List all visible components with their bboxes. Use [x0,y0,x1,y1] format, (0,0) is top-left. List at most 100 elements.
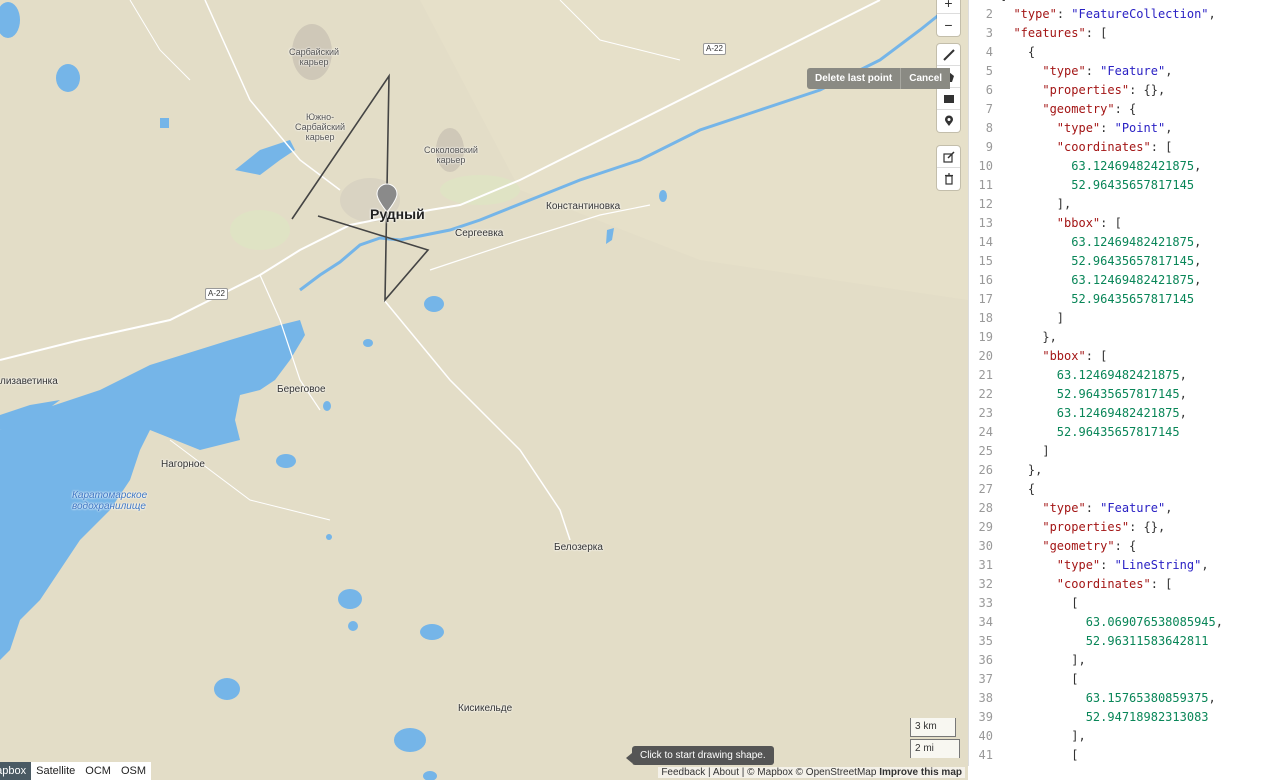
improve-map-link[interactable]: Improve this map [879,767,962,778]
line-number: 22 [978,387,993,401]
map-view[interactable]: Рудный Сарбайский карьер Южно- Сарбайский к… [0,0,968,780]
code-line[interactable]: 41 [ [969,746,1280,765]
feedback-link[interactable]: Feedback [661,767,705,778]
code-line[interactable]: 13 "bbox": [ [969,214,1280,233]
map-pin-icon [944,115,953,126]
place-label-elizavetinka: лизаветинка [0,376,58,387]
code-line[interactable]: 38 63.15765380859375, [969,689,1280,708]
code-line[interactable]: 26 }, [969,461,1280,480]
quarry-label-south-line3: карьер [305,132,335,142]
code-line[interactable]: 16 63.12469482421875, [969,271,1280,290]
draw-marker-button[interactable] [937,110,960,132]
code-line[interactable]: 28 "type": "Feature", [969,499,1280,518]
line-number: 24 [978,425,993,439]
code-text: ], [999,197,1072,211]
code-line[interactable]: 42 63.1222915649414, [969,765,1280,766]
delete-button[interactable] [937,168,960,190]
code-line[interactable]: 27 { [969,480,1280,499]
zoom-out-button[interactable]: − [937,14,960,36]
code-line[interactable]: 37 [ [969,670,1280,689]
code-line[interactable]: 20 "bbox": [ [969,347,1280,366]
code-line[interactable]: 39 52.94718982313083 [969,708,1280,727]
code-line[interactable]: 3 "features": [ [969,24,1280,43]
line-number: 11 [978,178,993,192]
zoom-controls: + − [937,0,960,36]
code-text: { [999,482,1036,496]
code-line[interactable]: 12 ], [969,195,1280,214]
code-line[interactable]: 5 "type": "Feature", [969,62,1280,81]
draw-actions-bar: Delete last point Cancel [807,68,951,89]
copyright-text: | © Mapbox © OpenStreetMap [739,767,880,778]
code-line[interactable]: 10 63.12469482421875, [969,157,1280,176]
layer-tab-osm[interactable]: OSM [116,762,151,780]
draw-line-button[interactable] [937,44,960,66]
code-line[interactable]: 4 { [969,43,1280,62]
code-line[interactable]: 40 ], [969,727,1280,746]
line-number: 36 [978,653,993,667]
code-text: }, [999,330,1057,344]
code-text: 63.12469482421875, [1071,159,1202,173]
code-text: 63.069076538085945, [1085,615,1223,629]
code-line[interactable]: 36 ], [969,651,1280,670]
code-line[interactable]: 23 63.12469482421875, [969,404,1280,423]
code-line[interactable]: 17 52.96435657817145 [969,290,1280,309]
about-link[interactable]: About [713,767,739,778]
zoom-in-button[interactable]: + [937,0,960,14]
place-label-kisikeldy: Кисикельде [458,703,513,714]
code-line[interactable]: 34 63.069076538085945, [969,613,1280,632]
quarry-label-sokolov: Соколовский карьер [424,145,478,165]
layer-tab-satellite[interactable]: Satellite [31,762,80,780]
code-line[interactable]: 8 "type": "Point", [969,119,1280,138]
code-line[interactable]: 33 [ [969,594,1280,613]
code-line[interactable]: 7 "geometry": { [969,100,1280,119]
water-label-line2: водохранилище [72,501,146,512]
code-line[interactable]: 31 "type": "LineString", [969,556,1280,575]
code-line[interactable]: 2 "type": "FeatureCollection", [969,5,1280,24]
delete-last-point-button[interactable]: Delete last point [807,68,902,89]
code-text: 63.12469482421875, [1071,273,1202,287]
draw-rectangle-button[interactable] [937,88,960,110]
quarry-label-sarbay-line2: карьер [299,57,329,67]
code-line[interactable]: 25 ] [969,442,1280,461]
line-number: 2 [985,7,993,21]
code-line[interactable]: 6 "properties": {}, [969,81,1280,100]
scale-bar-mi: 2 mi [910,739,960,758]
code-text: 52.96435657817145, [1056,387,1187,401]
layer-tab-ocm[interactable]: OCM [80,762,116,780]
trash-icon [944,173,953,185]
code-text: 63.1222915649414, [999,765,1209,766]
code-line[interactable]: 22 52.96435657817145, [969,385,1280,404]
code-line[interactable]: 32 "coordinates": [ [969,575,1280,594]
scale-bar-km: 3 km [910,718,956,737]
map-canvas[interactable] [0,0,968,780]
edit-icon [942,150,955,163]
code-line[interactable]: 29 "properties": {}, [969,518,1280,537]
line-number: 18 [978,311,993,325]
code-text: ], [999,653,1086,667]
line-number: 6 [985,83,993,97]
code-line[interactable]: 21 63.12469482421875, [969,366,1280,385]
layer-tab-mapbox[interactable]: Mapbox [0,762,32,780]
line-number: 3 [985,26,993,40]
place-label-sergeevka: Сергеевка [455,228,504,239]
layer-switcher: MapboxSatelliteOCMOSM [0,762,152,780]
code-line[interactable]: 35 52.96311583642811 [969,632,1280,651]
geojson-editor[interactable]: {2 "type": "FeatureCollection",3 "featur… [968,0,1280,766]
code-line[interactable]: 19 }, [969,328,1280,347]
cancel-drawing-button[interactable]: Cancel [901,68,950,89]
code-line[interactable]: 24 52.96435657817145 [969,423,1280,442]
code-line[interactable]: 11 52.96435657817145 [969,176,1280,195]
edit-button[interactable] [937,146,960,168]
code-line[interactable]: 18 ] [969,309,1280,328]
code-text: [ [999,748,1079,762]
code-line[interactable]: 9 "coordinates": [ [969,138,1280,157]
code-line[interactable]: 15 52.96435657817145, [969,252,1280,271]
place-label-nagornoe: Нагорное [161,459,205,470]
code-line[interactable]: 14 63.12469482421875, [969,233,1280,252]
code-line[interactable]: 30 "geometry": { [969,537,1280,556]
line-number: 16 [978,273,993,287]
quarry-label-sokolov-line2: карьер [436,155,466,165]
line-number: 38 [978,691,993,705]
code-text: [ [999,672,1079,686]
line-number: 5 [985,64,993,78]
